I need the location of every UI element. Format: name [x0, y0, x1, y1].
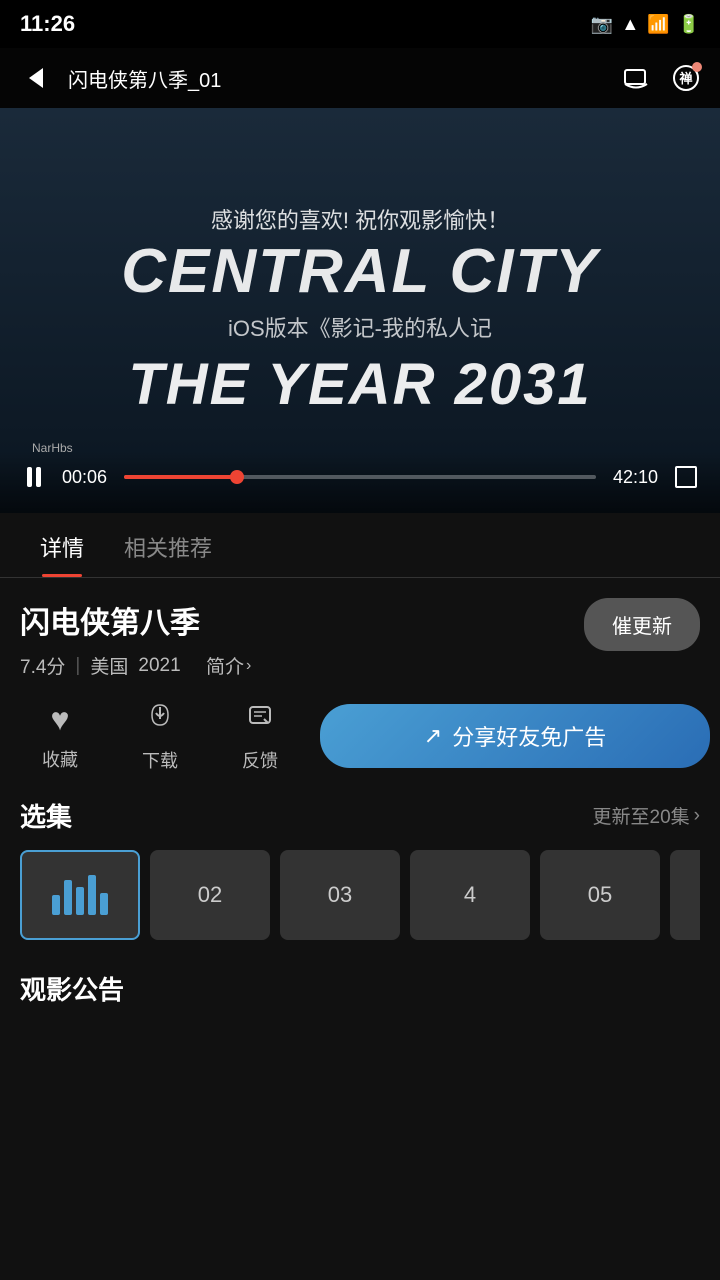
- episode-update-info[interactable]: 更新至20集 ›: [593, 802, 700, 829]
- episode-number-05: 05: [588, 882, 612, 908]
- tab-details[interactable]: 详情: [20, 513, 104, 577]
- back-chevron-icon: [29, 68, 43, 88]
- notification-badge: [692, 62, 702, 72]
- notification-button[interactable]: 禅: [668, 60, 704, 96]
- collect-action[interactable]: ♥ 收藏: [10, 701, 110, 772]
- episode-number-02: 02: [198, 882, 222, 908]
- current-time: 00:06: [62, 467, 114, 488]
- episode-number-03: 03: [328, 882, 352, 908]
- show-title: 闪电侠第八季: [20, 598, 251, 642]
- share-icon: ↗: [424, 723, 442, 749]
- show-country: 美国: [90, 652, 128, 679]
- announcement-section: 观影公告: [0, 950, 720, 1007]
- battery-icon: 🔋: [678, 14, 700, 35]
- tabs-row: 详情 相关推荐: [0, 513, 720, 578]
- episode-thumb-01[interactable]: [20, 850, 140, 940]
- progress-bar-row: 00:06 42:10: [16, 459, 704, 495]
- screencast-button[interactable]: [618, 60, 654, 96]
- episodes-scroll[interactable]: 02 03 4 05 06: [20, 850, 700, 950]
- episode-bars: [52, 875, 108, 915]
- total-time: 42:10: [606, 467, 658, 488]
- episode-thumb-03[interactable]: 03: [280, 850, 400, 940]
- episode-thumb-02[interactable]: 02: [150, 850, 270, 940]
- back-button[interactable]: [16, 58, 56, 98]
- share-button[interactable]: ↗ 分享好友免广告: [320, 704, 710, 768]
- episode-section: 选集 更新至20集 › 02 03 4: [0, 787, 720, 950]
- tab-related[interactable]: 相关推荐: [104, 513, 232, 577]
- show-rating: 7.4分: [20, 652, 65, 679]
- detail-section: 闪电侠第八季 7.4分 | 美国 2021 简介 › 催更新: [0, 578, 720, 679]
- camera-icon: 📷: [591, 14, 613, 35]
- meta-row: 7.4分 | 美国 2021 简介 ›: [20, 652, 251, 679]
- announcement-title: 观影公告: [20, 970, 700, 1007]
- collect-label: 收藏: [42, 746, 78, 772]
- intro-link[interactable]: 简介 ›: [206, 652, 251, 679]
- status-bar: 11:26 📷 ▲ 📶 🔋: [0, 0, 720, 48]
- play-pause-button[interactable]: [16, 459, 52, 495]
- narhbs-label: NarHbs: [32, 441, 73, 455]
- pause-icon: [27, 467, 41, 487]
- episode-thumb-05[interactable]: 05: [540, 850, 660, 940]
- episode-section-title: 选集: [20, 797, 72, 834]
- progress-thumb[interactable]: [230, 470, 244, 484]
- download-icon: [144, 699, 176, 739]
- progress-track[interactable]: [124, 475, 596, 479]
- status-time: 11:26: [20, 11, 75, 37]
- fullscreen-button[interactable]: [668, 459, 704, 495]
- feedback-icon: [244, 699, 276, 739]
- chevron-right-icon: ›: [246, 657, 251, 675]
- download-action[interactable]: 下载: [110, 699, 210, 773]
- top-bar-title: 闪电侠第八季_01: [68, 64, 606, 93]
- actions-row: ♥ 收藏 下载 反馈 ↗ 分享好友免广告: [0, 685, 720, 787]
- top-bar: 闪电侠第八季_01 禅: [0, 48, 720, 108]
- episode-thumb-06[interactable]: 06: [670, 850, 700, 940]
- status-icons: 📷 ▲ 📶 🔋: [591, 14, 700, 35]
- video-player[interactable]: 感谢您的喜欢! 祝你观影愉快！ CENTRAL CITY iOS版本《影记-我的…: [0, 108, 720, 513]
- meta-update-row: 闪电侠第八季 7.4分 | 美国 2021 简介 › 催更新: [20, 598, 700, 679]
- signal-icon: ▲: [621, 14, 639, 35]
- share-label: 分享好友免广告: [452, 720, 606, 752]
- show-year: 2021: [138, 655, 180, 677]
- download-label: 下载: [142, 747, 178, 773]
- chevron-right-episodes-icon: ›: [694, 805, 700, 827]
- feedback-label: 反馈: [242, 747, 278, 773]
- heart-icon: ♥: [51, 701, 70, 738]
- top-bar-actions: 禅: [618, 60, 704, 96]
- episode-thumb-04[interactable]: 4: [410, 850, 530, 940]
- video-controls: NarHbs 00:06 42:10: [0, 451, 720, 513]
- wifi-icon: 📶: [647, 14, 669, 35]
- episode-number-04: 4: [464, 882, 476, 908]
- episode-header: 选集 更新至20集 ›: [20, 797, 700, 834]
- feedback-action[interactable]: 反馈: [210, 699, 310, 773]
- fullscreen-icon: [675, 466, 697, 488]
- progress-fill: [124, 475, 237, 479]
- show-info-left: 闪电侠第八季 7.4分 | 美国 2021 简介 ›: [20, 598, 251, 679]
- svg-text:禅: 禅: [678, 71, 692, 86]
- update-button[interactable]: 催更新: [584, 598, 700, 651]
